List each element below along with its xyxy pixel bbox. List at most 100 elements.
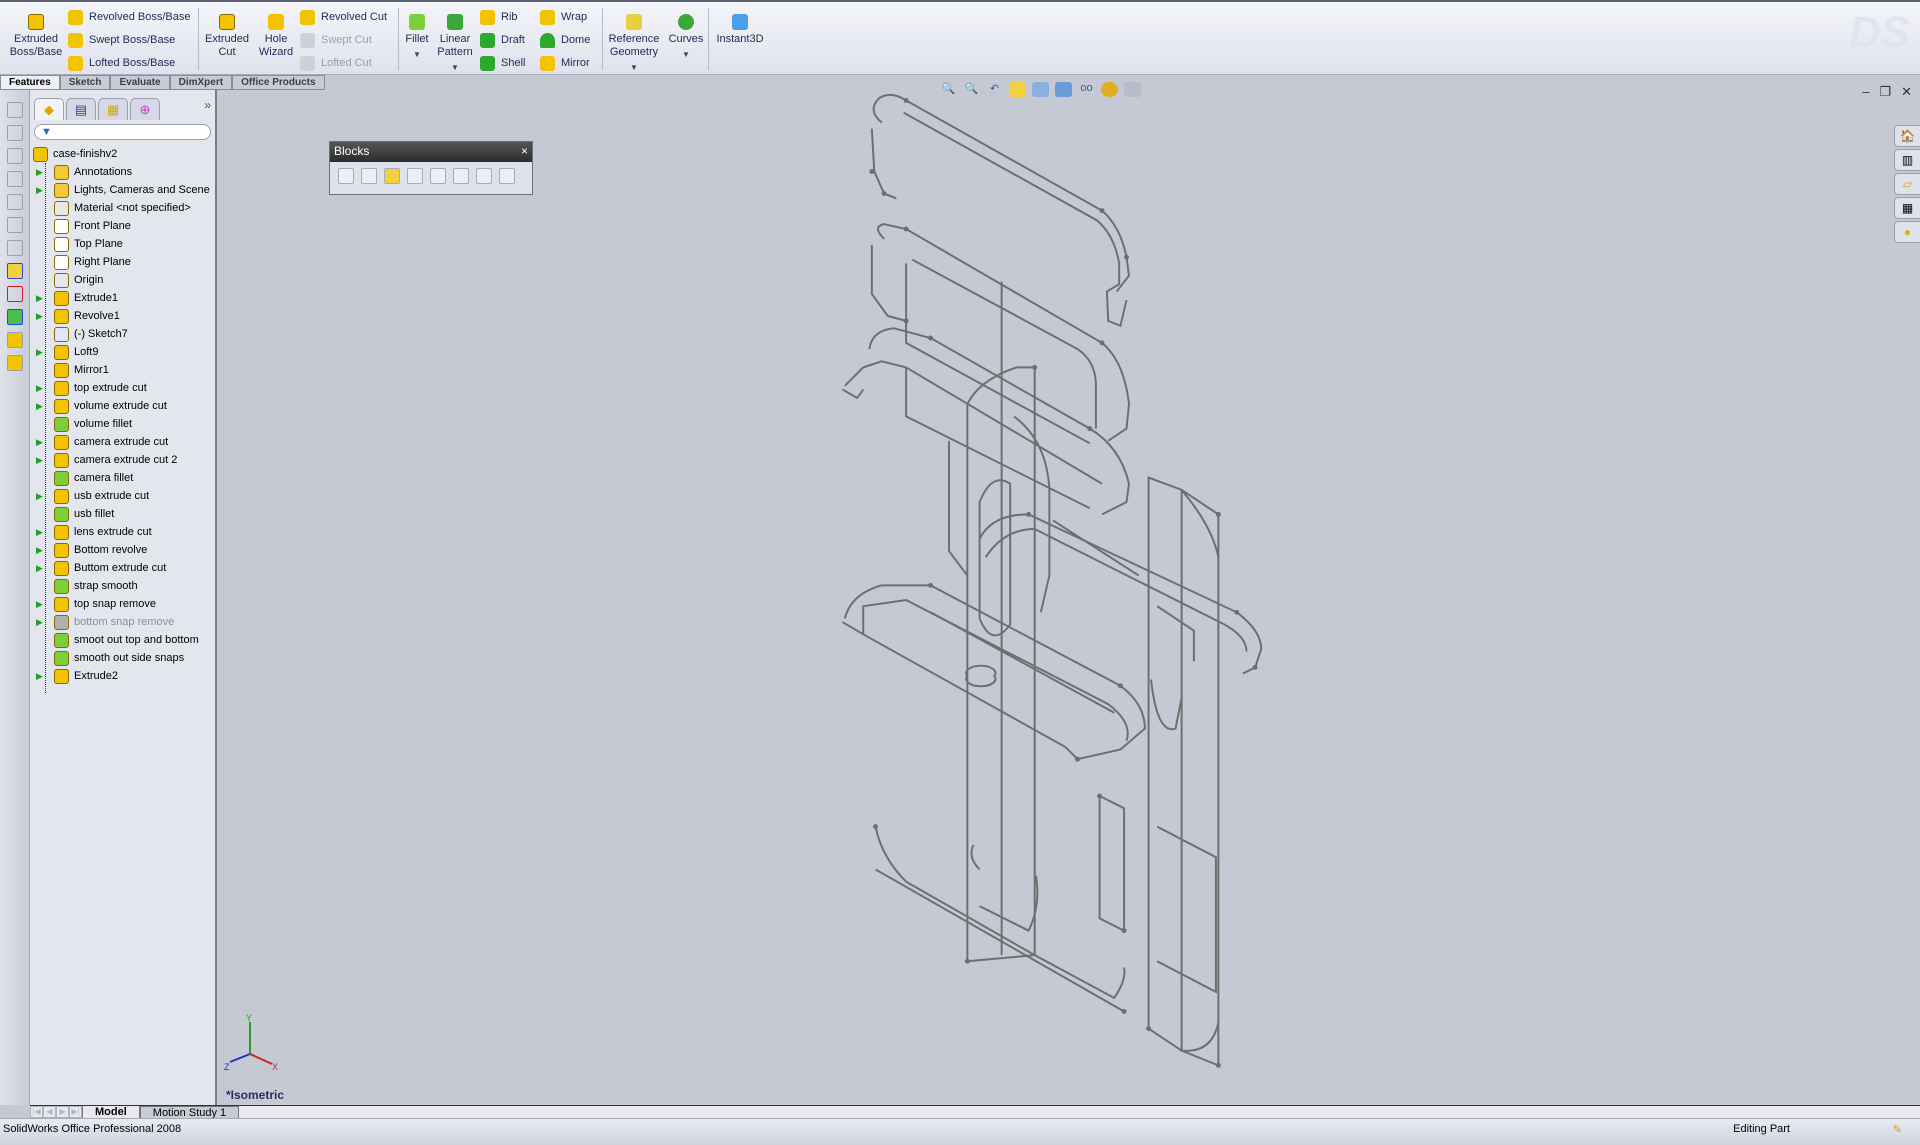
solidworks-resources-icon[interactable]: 🏠 (1894, 125, 1920, 147)
expand-arrow-icon[interactable]: ▶ (36, 383, 44, 394)
expand-arrow-icon[interactable]: ▶ (36, 617, 44, 628)
view-cube-icon[interactable] (7, 217, 23, 233)
previous-view-icon[interactable]: ↶ (986, 82, 1003, 97)
expand-arrow-icon[interactable]: ▶ (36, 401, 44, 412)
add-remove-icon[interactable] (407, 168, 423, 184)
wrap-button[interactable]: Wrap (540, 7, 587, 27)
apply-scene-icon[interactable] (1124, 82, 1141, 97)
revolved-boss-button[interactable]: Revolved Boss/Base (68, 7, 191, 27)
rebuild-icon[interactable] (430, 168, 446, 184)
curves-button[interactable]: Curves ▼ (666, 2, 706, 61)
close-icon[interactable]: ✕ (1901, 84, 1912, 100)
design-library-icon[interactable]: ▥ (1894, 149, 1920, 171)
quick-tips-icon[interactable]: ✎ (1893, 1123, 1902, 1136)
tree-item[interactable]: ▶ volume extrude cut (30, 397, 215, 415)
expand-arrow-icon[interactable]: ▶ (36, 167, 44, 178)
tree-item[interactable]: ▶ top extrude cut (30, 379, 215, 397)
tree-item[interactable]: volume fillet (30, 415, 215, 433)
rib-button[interactable]: Rib (480, 7, 518, 27)
expand-arrow-icon[interactable]: ▶ (36, 311, 44, 322)
swept-cut-button[interactable]: Swept Cut (300, 30, 372, 50)
next-tab-icon[interactable]: ▶ (56, 1106, 69, 1118)
instant3d-button[interactable]: Instant3D (712, 2, 768, 46)
relations-icon[interactable] (7, 309, 23, 325)
view-orientation-icon[interactable] (1032, 82, 1049, 97)
view-cube-icon[interactable] (7, 240, 23, 256)
prev-tab-icon[interactable]: ◀ (43, 1106, 56, 1118)
tree-item[interactable]: camera fillet (30, 469, 215, 487)
close-icon[interactable]: × (521, 144, 528, 160)
explode-block-icon[interactable] (476, 168, 492, 184)
draft-button[interactable]: Draft (480, 30, 525, 50)
file-explorer-icon[interactable]: ▱ (1894, 173, 1920, 195)
tree-item[interactable]: ▶ Annotations (30, 163, 215, 181)
property-manager-tab[interactable]: ▤ (66, 98, 96, 120)
view-cube-icon[interactable] (7, 102, 23, 118)
view-cube-icon[interactable] (7, 171, 23, 187)
zoom-to-fit-icon[interactable]: 🔍 (940, 82, 957, 97)
extruded-cut-button[interactable]: Extruded Cut (202, 2, 252, 59)
tree-item[interactable]: usb fillet (30, 505, 215, 523)
revolved-cut-button[interactable]: Revolved Cut (300, 7, 387, 27)
restore-icon[interactable]: ❐ (1879, 84, 1891, 100)
tab-sketch[interactable]: Sketch (59, 75, 111, 90)
lofted-cut-button[interactable]: Lofted Cut (300, 53, 372, 73)
belt-chain-icon[interactable] (499, 168, 515, 184)
fillet-button[interactable]: Fillet ▼ (402, 2, 432, 61)
tree-item[interactable]: ▶ Revolve1 (30, 307, 215, 325)
expand-arrow-icon[interactable]: ▶ (36, 545, 44, 556)
dome-button[interactable]: Dome (540, 30, 590, 50)
tab-dimxpert[interactable]: DimXpert (169, 75, 233, 90)
reference-geometry-button[interactable]: Reference Geometry ▼ (606, 2, 662, 74)
tree-item[interactable]: ▶ Buttom extrude cut (30, 559, 215, 577)
expand-arrow-icon[interactable]: ▶ (36, 563, 44, 574)
tree-item[interactable]: ▶ Extrude1 (30, 289, 215, 307)
configuration-manager-tab[interactable]: ▦ (98, 98, 128, 120)
tree-item[interactable]: ▶ Lights, Cameras and Scene (30, 181, 215, 199)
tree-item[interactable]: ▶ bottom snap remove (30, 613, 215, 631)
appearances-icon[interactable]: ● (1894, 221, 1920, 243)
tree-item[interactable]: Origin (30, 271, 215, 289)
tree-item[interactable]: ▶ top snap remove (30, 595, 215, 613)
shell-button[interactable]: Shell (480, 53, 525, 73)
section-view-icon[interactable] (1009, 82, 1026, 97)
tree-item[interactable]: Mirror1 (30, 361, 215, 379)
mirror-button[interactable]: Mirror (540, 53, 590, 73)
view-cube-icon[interactable] (7, 125, 23, 141)
tree-item[interactable]: smoot out top and bottom (30, 631, 215, 649)
tree-item[interactable]: ▶ lens extrude cut (30, 523, 215, 541)
sketch-icon[interactable] (7, 263, 23, 279)
tree-filter-input[interactable]: ▼ (34, 124, 211, 140)
expand-arrow-icon[interactable]: ▶ (36, 491, 44, 502)
tree-item[interactable]: (-) Sketch7 (30, 325, 215, 343)
tree-item[interactable]: smooth out side snaps (30, 649, 215, 667)
expand-arrow-icon[interactable]: ▶ (36, 293, 44, 304)
tab-evaluate[interactable]: Evaluate (110, 75, 170, 90)
expand-arrow-icon[interactable]: ▶ (36, 599, 44, 610)
save-block-icon[interactable] (453, 168, 469, 184)
tree-item[interactable]: Top Plane (30, 235, 215, 253)
tree-item[interactable]: Right Plane (30, 253, 215, 271)
tab-features[interactable]: Features (0, 75, 60, 90)
expand-arrow-icon[interactable]: ▶ (36, 347, 44, 358)
view-cube-icon[interactable] (7, 148, 23, 164)
expand-arrow-icon[interactable]: ▶ (36, 437, 44, 448)
tree-item[interactable]: ▶ camera extrude cut (30, 433, 215, 451)
tree-item[interactable]: Material <not specified> (30, 199, 215, 217)
tree-item[interactable]: strap smooth (30, 577, 215, 595)
extruded-boss-button[interactable]: Extruded Boss/Base (8, 2, 64, 59)
linear-pattern-button[interactable]: Linear Pattern ▼ (434, 2, 476, 74)
tree-item[interactable]: ▶ Extrude2 (30, 667, 215, 685)
expand-arrow-icon[interactable]: ▶ (36, 527, 44, 538)
edit-appearance-icon[interactable] (1101, 82, 1118, 97)
view-palette-icon[interactable]: ▦ (1894, 197, 1920, 219)
hide-show-items-icon[interactable]: oo (1078, 82, 1095, 97)
swept-boss-button[interactable]: Swept Boss/Base (68, 30, 175, 50)
extrude-cut-icon[interactable] (7, 355, 23, 371)
display-style-icon[interactable] (1055, 82, 1072, 97)
minimize-icon[interactable]: – (1862, 84, 1869, 100)
expand-arrow-icon[interactable]: ▶ (36, 185, 44, 196)
lofted-boss-button[interactable]: Lofted Boss/Base (68, 53, 175, 73)
tree-item[interactable]: ▶ camera extrude cut 2 (30, 451, 215, 469)
feature-manager-tab[interactable]: ◆ (34, 98, 64, 120)
